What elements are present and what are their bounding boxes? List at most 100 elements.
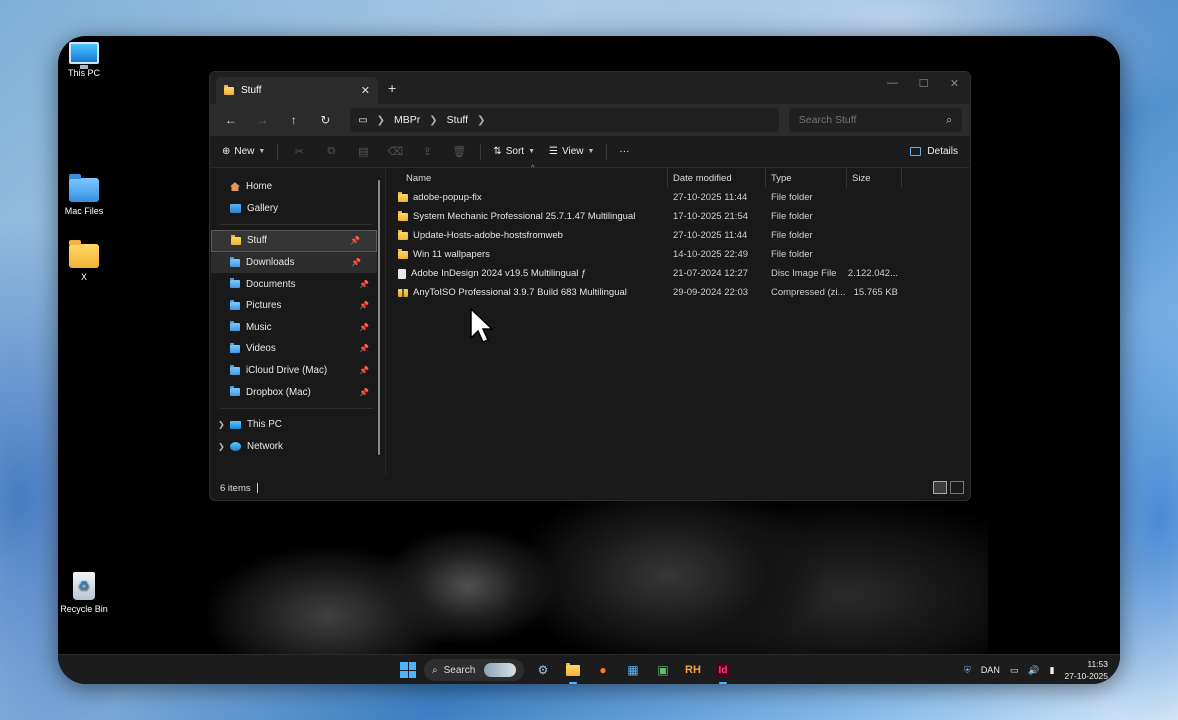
breadcrumb-item-stuff[interactable]: Stuff — [447, 114, 468, 126]
downloads-icon — [230, 256, 240, 267]
scrollbar[interactable] — [378, 180, 380, 455]
minimize-button[interactable]: — — [877, 72, 908, 94]
view-button[interactable]: ☰ View ▼ — [547, 143, 596, 160]
chevron-right-icon[interactable]: ❯ — [218, 442, 225, 451]
desktop-icon-label: Mac Files — [64, 206, 104, 216]
forward-arrow-icon[interactable]: → — [250, 108, 276, 132]
paste-icon[interactable]: ▤ — [352, 142, 374, 161]
tab-stuff[interactable]: Stuff ✕ — [216, 77, 378, 104]
screen: This PC Mac Files X ♻ Recycle Bin Stuff … — [58, 36, 1120, 684]
chevron-down-icon: ▼ — [258, 148, 266, 155]
pin-icon[interactable]: 📌 — [359, 344, 369, 353]
desktop-icon-mac-files[interactable]: Mac Files — [58, 174, 112, 216]
language-indicator[interactable]: DAN — [981, 665, 1000, 675]
column-header-name[interactable]: ^ Name — [386, 165, 668, 188]
tiles-view-icon[interactable] — [950, 481, 964, 494]
breadcrumb-item-mbpr[interactable]: MBPr — [394, 114, 420, 126]
battery-icon[interactable]: ▮ — [1050, 665, 1055, 676]
rename-icon[interactable]: ⌫ — [384, 142, 406, 161]
indesign-icon[interactable]: Id — [712, 659, 734, 684]
file-row[interactable]: Win 11 wallpapers 14-10-2025 22:49 File … — [386, 245, 970, 264]
pin-icon[interactable]: 📌 — [359, 388, 369, 397]
copy-icon[interactable]: ⧉ — [320, 142, 342, 161]
new-tab-button[interactable]: + — [388, 80, 396, 96]
pin-icon[interactable]: 📌 — [359, 301, 369, 310]
desktop-icon-x[interactable]: X — [58, 240, 112, 282]
nav-item-this-pc[interactable]: ❯ This PC — [210, 414, 385, 436]
up-arrow-icon[interactable]: ↑ — [281, 108, 307, 132]
clock[interactable]: 11:53 27-10-2025 — [1065, 658, 1108, 682]
file-date: 29-09-2024 22:03 — [673, 287, 749, 298]
desktop-icon-label: This PC — [67, 68, 100, 78]
command-bar: ⊕ New ▼ ✂ ⧉ ▤ ⌫ ⇪ 🗑 ⇅ Sort ▼ ☰ View ▼ ··… — [210, 136, 970, 168]
breadcrumb[interactable]: ▭ ❯ MBPr ❯ Stuff ❯ — [350, 108, 779, 132]
search-icon[interactable]: ⌕ — [946, 114, 952, 127]
settings-gear-icon[interactable]: ⚙ — [532, 659, 554, 681]
nav-item-pictures[interactable]: Pictures 📌 — [210, 295, 385, 317]
firefox-icon[interactable]: ● — [592, 659, 614, 681]
nav-item-label: Pictures — [246, 300, 282, 312]
file-type: Compressed (zi... — [771, 287, 846, 298]
security-shield-icon[interactable]: ⛨ — [964, 665, 971, 676]
item-count: 6 items — [220, 482, 251, 494]
details-view-icon[interactable] — [933, 481, 947, 494]
nav-item-icloud-drive[interactable]: iCloud Drive (Mac) 📌 — [210, 360, 385, 382]
divider — [256, 483, 258, 493]
close-tab-icon[interactable]: ✕ — [361, 84, 370, 97]
photos-icon[interactable]: ▣ — [652, 659, 674, 681]
details-label: Details — [927, 146, 958, 157]
volume-icon[interactable]: 🔊 — [1028, 665, 1039, 676]
details-button[interactable]: Details — [908, 143, 960, 160]
search-input[interactable] — [798, 114, 929, 126]
back-arrow-icon[interactable]: ← — [218, 108, 244, 132]
column-header-size[interactable]: Size — [847, 168, 902, 188]
file-row[interactable]: AnyToISO Professional 3.9.7 Build 683 Mu… — [386, 283, 970, 302]
nav-item-music[interactable]: Music 📌 — [210, 317, 385, 339]
nav-item-videos[interactable]: Videos 📌 — [210, 338, 385, 360]
recycle-bin-icon: ♻ — [73, 572, 95, 600]
pin-icon[interactable]: 📌 — [350, 236, 360, 245]
chevron-right-icon[interactable]: ❯ — [218, 420, 225, 429]
sort-icon: ⇅ — [493, 146, 502, 157]
search-box: ⌕ — [788, 108, 963, 132]
more-options-button[interactable]: ··· — [617, 143, 631, 160]
file-row[interactable]: Update-Hosts-adobe-hostsfromweb 27-10-20… — [386, 226, 970, 245]
taskbar-search[interactable]: ⌕ Search — [424, 659, 524, 681]
file-row[interactable]: Adobe InDesign 2024 v19.5 Multilingual ƒ… — [386, 264, 970, 283]
network-icon[interactable]: ▭ — [1010, 665, 1019, 676]
maximize-button[interactable]: ☐ — [908, 72, 939, 94]
folder-icon — [398, 249, 408, 259]
pin-icon[interactable]: 📌 — [359, 280, 369, 289]
divider — [220, 407, 373, 409]
file-explorer-icon[interactable] — [562, 659, 584, 684]
nav-item-documents[interactable]: Documents 📌 — [210, 273, 385, 295]
share-icon[interactable]: ⇪ — [416, 142, 438, 161]
column-header-type[interactable]: Type — [766, 168, 847, 188]
pin-icon[interactable]: 📌 — [351, 258, 361, 267]
pin-icon[interactable]: 📌 — [359, 366, 369, 375]
nav-item-gallery[interactable]: Gallery — [210, 198, 385, 220]
start-button[interactable] — [400, 662, 416, 678]
column-header-date[interactable]: Date modified — [668, 168, 766, 188]
nav-item-home[interactable]: Home — [210, 176, 385, 198]
store-icon[interactable]: ▦ — [622, 659, 644, 681]
desktop-icon-recycle-bin[interactable]: ♻ Recycle Bin — [58, 572, 112, 614]
divider — [277, 143, 279, 160]
details-pane-icon — [910, 147, 922, 156]
desktop-icon-this-pc[interactable]: This PC — [58, 42, 112, 78]
close-button[interactable]: ✕ — [939, 72, 970, 94]
cut-icon[interactable]: ✂ — [288, 142, 310, 161]
sort-button[interactable]: ⇅ Sort ▼ — [491, 143, 537, 160]
nav-item-downloads[interactable]: Downloads 📌 — [211, 251, 377, 274]
rh-app-icon[interactable]: RH — [682, 659, 704, 681]
home-icon — [230, 182, 240, 192]
new-button[interactable]: ⊕ New ▼ — [220, 143, 267, 160]
nav-item-network[interactable]: ❯ Network — [210, 436, 385, 458]
refresh-icon[interactable]: ↻ — [313, 108, 339, 132]
delete-icon[interactable]: 🗑 — [448, 142, 470, 161]
nav-item-stuff[interactable]: Stuff 📌 — [211, 230, 377, 252]
pin-icon[interactable]: 📌 — [359, 323, 369, 332]
file-row[interactable]: System Mechanic Professional 25.7.1.47 M… — [386, 207, 970, 226]
nav-item-dropbox[interactable]: Dropbox (Mac) 📌 — [210, 381, 385, 403]
file-row[interactable]: adobe-popup-fix 27-10-2025 11:44 File fo… — [386, 188, 970, 207]
